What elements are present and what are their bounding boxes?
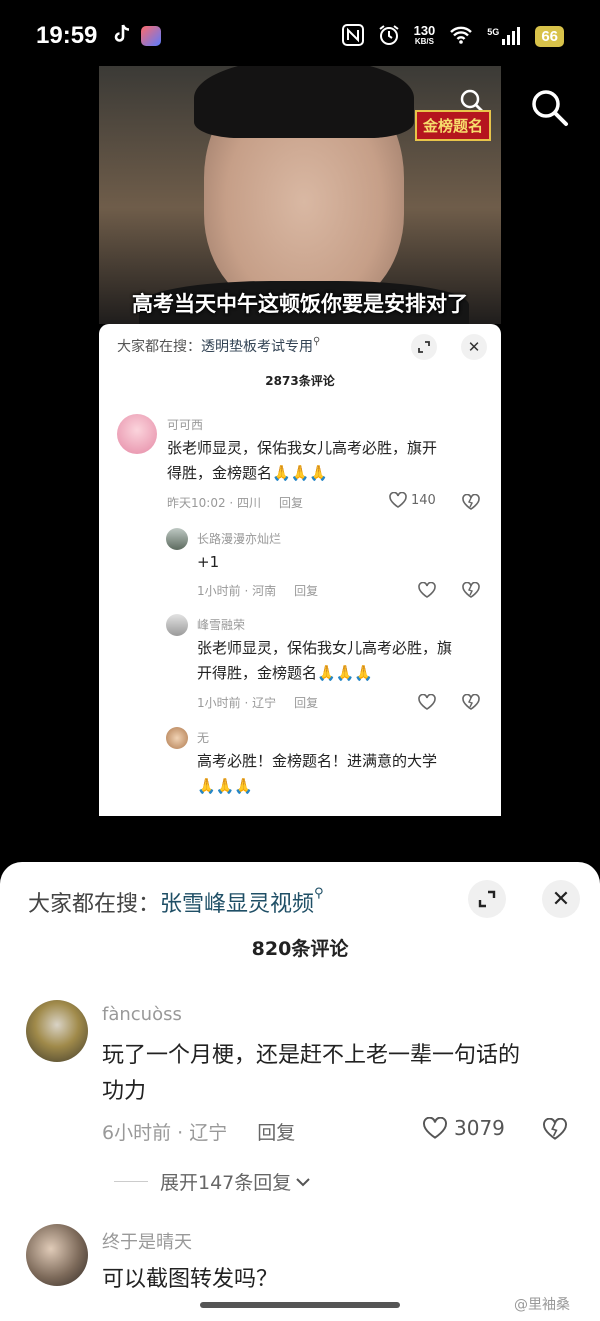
avatar xyxy=(166,727,188,749)
comment-text-line: 得胜，金榜题名🙏🙏🙏 xyxy=(167,464,329,482)
embedded-comment-panel: 大家都在搜：透明垫板考试专用⚲ ✕ 2873条评论 可可西 张老师显灵，保佑我女… xyxy=(99,324,501,816)
inner-search-small-icon: ⚲ xyxy=(313,336,321,347)
tiktok-icon xyxy=(113,24,131,49)
dislike-icon xyxy=(462,693,480,714)
watermark: @里袖桑 xyxy=(514,1297,570,1313)
inner-search-prefix: 大家都在搜： xyxy=(117,339,201,355)
signal-label: 5G xyxy=(487,27,500,37)
comment-time: 6小时前 · 辽宁 xyxy=(102,1122,228,1144)
comment-username: 可可西 xyxy=(167,418,204,432)
nfc-icon xyxy=(341,23,364,49)
reply-button[interactable]: 回复 xyxy=(257,1122,295,1144)
like-count: 140 xyxy=(411,492,436,508)
like-icon xyxy=(418,581,436,602)
comment-count: 820条评论 xyxy=(251,938,349,960)
like-count: 3079 xyxy=(454,1116,505,1140)
comment-username: 峰雪融荣 xyxy=(197,618,246,632)
alarm-icon xyxy=(378,24,400,49)
comment-text-line: 🙏🙏🙏 xyxy=(197,777,254,795)
network-speed-unit: KB/S xyxy=(414,37,434,46)
comment-text-line: +1 xyxy=(197,553,220,571)
reply-link: 回复 xyxy=(279,496,304,510)
inner-search-query: 透明垫板考试专用 xyxy=(201,339,313,355)
avatar xyxy=(166,528,188,550)
comment-text: 张老师显灵，保佑我女儿高考必胜，旗 开得胜，金榜题名🙏🙏🙏 xyxy=(197,636,452,686)
comment-text: 高考必胜！金榜题名！进满意的大学 🙏🙏🙏 xyxy=(197,749,437,799)
comment-username[interactable]: fàncuòss xyxy=(102,1004,182,1025)
comment-text-line: 张老师显灵，保佑我女儿高考必胜，旗 xyxy=(197,639,453,657)
like-icon xyxy=(418,693,436,714)
comment-text-line: 高考必胜！金榜题名！进满意的大学 xyxy=(197,752,438,770)
chevron-down-icon xyxy=(295,1171,311,1193)
comment-meta: 1小时前 · 辽宁 回复 xyxy=(197,694,318,711)
video-badge: 金榜题名 xyxy=(414,110,491,141)
comment-text: 可以截图转发吗？ xyxy=(102,1262,278,1298)
avatar[interactable] xyxy=(26,1000,88,1062)
inner-expand-icon xyxy=(411,334,437,360)
wifi-icon xyxy=(449,25,473,48)
comment-text-line: 功力 xyxy=(102,1079,147,1104)
avatar[interactable] xyxy=(26,1224,88,1286)
search-icon[interactable] xyxy=(530,88,570,132)
embedded-video-frame: 金榜题名 高考当天中午这顿饭你要是安排对了 xyxy=(99,66,501,324)
comment-time: 1小时前 · 辽宁 xyxy=(197,696,277,710)
comment-meta: 1小时前 · 河南 回复 xyxy=(197,582,318,599)
comment-text-line: 玩了一个月梗，还是赶不上老一辈一句话的 xyxy=(102,1043,521,1068)
search-suggestion[interactable]: 大家都在搜：张雪峰显灵视频⚲ xyxy=(28,886,324,918)
comment-sheet: 大家都在搜：张雪峰显灵视频⚲ ✕ 820条评论 fàncuòss 玩了一个月梗，… xyxy=(0,862,600,1321)
status-time: 19:59 xyxy=(36,22,98,49)
expand-icon[interactable] xyxy=(468,880,506,918)
comment-username: 长路漫漫亦灿烂 xyxy=(197,532,282,546)
video-hair xyxy=(194,66,414,138)
search-query-link[interactable]: 张雪峰显灵视频 xyxy=(160,892,314,917)
home-indicator[interactable] xyxy=(200,1302,400,1308)
close-icon[interactable]: ✕ xyxy=(542,880,580,918)
battery-indicator: 66 xyxy=(535,25,564,47)
comment-text: +1 xyxy=(197,550,219,575)
inner-search-suggestion: 大家都在搜：透明垫板考试专用⚲ xyxy=(117,336,320,356)
expand-replies-button[interactable]: 展开147条回复 xyxy=(114,1168,311,1195)
network-speed: 130 KB/S xyxy=(413,23,436,47)
comment-meta: 6小时前 · 辽宁 回复 xyxy=(102,1118,295,1145)
comment-time: 昨天10:02 · 四川 xyxy=(167,496,262,510)
expand-replies-label: 展开147条回复 xyxy=(160,1172,292,1194)
reply-link: 回复 xyxy=(294,696,319,710)
comment-username: 无 xyxy=(197,731,210,745)
dislike-button[interactable] xyxy=(542,1117,568,1144)
dislike-icon xyxy=(462,581,480,602)
cellular-signal-icon: 5G xyxy=(487,27,521,45)
divider xyxy=(114,1181,148,1182)
dislike-icon xyxy=(462,493,480,514)
video-subtitle: 高考当天中午这顿饭你要是安排对了 xyxy=(132,292,468,316)
like-button: 140 xyxy=(389,492,436,508)
comment-time: 1小时前 · 河南 xyxy=(197,584,277,598)
app-notification-icon xyxy=(141,26,162,46)
comment-text-line: 可以截图转发吗？ xyxy=(102,1267,279,1292)
comment-meta: 昨天10:02 · 四川 回复 xyxy=(167,494,303,511)
avatar xyxy=(117,414,157,454)
network-speed-value: 130 xyxy=(413,23,436,38)
inner-close-icon: ✕ xyxy=(461,334,487,360)
like-button[interactable]: 3079 xyxy=(422,1116,505,1140)
comment-text-line: 张老师显灵，保佑我女儿高考必胜，旗开 xyxy=(167,439,438,457)
comment-username[interactable]: 终于是晴天 xyxy=(102,1228,192,1254)
comment-text: 张老师显灵，保佑我女儿高考必胜，旗开 得胜，金榜题名🙏🙏🙏 xyxy=(167,436,437,486)
search-prefix: 大家都在搜： xyxy=(28,892,161,917)
inner-comment-count: 2873条评论 xyxy=(265,374,335,388)
reply-link: 回复 xyxy=(294,584,319,598)
comment-text-line: 开得胜，金榜题名🙏🙏🙏 xyxy=(197,664,374,682)
comment-text: 玩了一个月梗，还是赶不上老一辈一句话的 功力 xyxy=(102,1038,520,1110)
search-small-icon: ⚲ xyxy=(314,886,324,901)
status-bar: 19:59 130 KB/S 5G 66 xyxy=(0,0,600,72)
avatar xyxy=(166,614,188,636)
